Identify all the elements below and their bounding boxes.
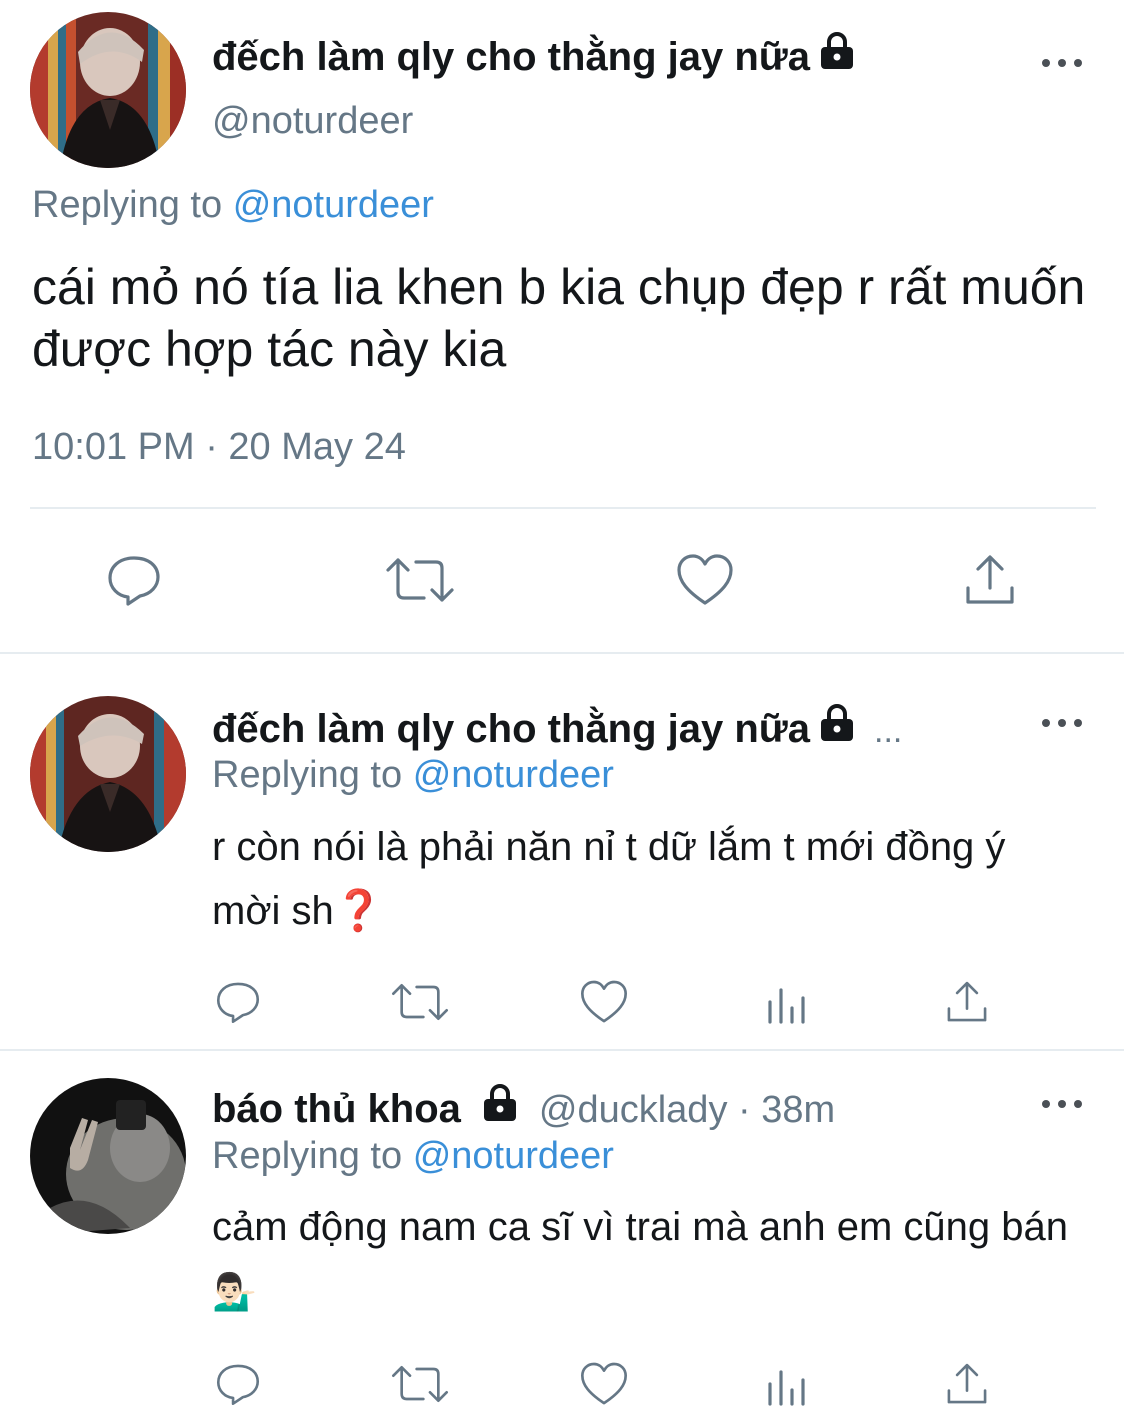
- share-icon: [966, 555, 1014, 604]
- reply-text-body: r còn nói là phải năn nỉ t dữ lắm t mới …: [212, 825, 1006, 933]
- avatar-reply-2[interactable]: [30, 1078, 186, 1234]
- more-icon: [1042, 59, 1050, 67]
- reply-text: cảm động nam ca sĩ vì trai mà anh em cũn…: [212, 1195, 1092, 1324]
- name-truncation: ...: [874, 712, 903, 750]
- retweet-button[interactable]: [388, 1358, 452, 1410]
- display-name[interactable]: đếch làm qly cho thằng jay nữa...: [212, 702, 902, 755]
- replying-to-link[interactable]: @noturdeer: [233, 184, 434, 226]
- reply-button[interactable]: [100, 548, 168, 612]
- person-tipping-hand-emoji: 💁🏻‍♂️: [212, 1271, 257, 1312]
- share-button[interactable]: [958, 548, 1022, 612]
- analytics-icon: [768, 1370, 805, 1406]
- replying-to-link[interactable]: @noturdeer: [413, 1135, 614, 1177]
- lock-icon: [483, 1084, 516, 1121]
- like-button[interactable]: [576, 1358, 632, 1410]
- like-icon: [581, 1362, 627, 1405]
- timestamp[interactable]: 10:01 PM · 20 May 24: [32, 424, 406, 470]
- avatar-main[interactable]: [30, 12, 186, 168]
- retweet-icon: [392, 1366, 448, 1402]
- reply-icon: [216, 982, 260, 1024]
- replying-to: Replying to @noturdeer: [212, 1133, 614, 1179]
- more-options-button[interactable]: [1042, 1096, 1082, 1112]
- tweet-text: cái mỏ nó tía lia khen b kia chụp đẹp r …: [32, 259, 1086, 377]
- replying-to: Replying to @noturdeer: [32, 182, 434, 228]
- reply-text: r còn nói là phải năn nỉ t dữ lắm t mới …: [212, 815, 1082, 943]
- share-button[interactable]: [940, 1358, 994, 1410]
- analytics-button[interactable]: [762, 976, 810, 1028]
- handle-and-time[interactable]: @ducklady · 38m: [539, 1089, 835, 1131]
- share-button[interactable]: [940, 976, 994, 1028]
- display-name-text[interactable]: báo thủ khoa: [212, 1087, 461, 1131]
- more-icon: [1042, 1100, 1050, 1108]
- divider: [0, 652, 1124, 654]
- display-name[interactable]: đếch làm qly cho thằng jay nữa: [212, 30, 856, 81]
- divider: [0, 1049, 1124, 1051]
- like-icon: [677, 554, 733, 605]
- more-options-button[interactable]: [1042, 715, 1082, 731]
- lock-icon: [821, 704, 853, 741]
- like-button[interactable]: [672, 548, 738, 612]
- analytics-icon: [768, 988, 805, 1024]
- more-options-button[interactable]: [1042, 55, 1082, 71]
- retweet-button[interactable]: [388, 976, 452, 1028]
- lock-icon: [821, 32, 853, 69]
- replying-to: Replying to @noturdeer: [212, 752, 614, 798]
- display-name-text[interactable]: đếch làm qly cho thằng jay nữa: [212, 35, 810, 79]
- display-name-row: báo thủ khoa @ducklady · 38m: [212, 1082, 835, 1134]
- retweet-button[interactable]: [382, 548, 458, 612]
- retweet-icon: [392, 984, 448, 1021]
- reply-button[interactable]: [210, 976, 266, 1028]
- retweet-icon: [386, 558, 454, 602]
- replying-prefix: Replying to: [212, 754, 403, 796]
- replying-to-link[interactable]: @noturdeer: [413, 754, 614, 796]
- analytics-button[interactable]: [762, 1358, 810, 1410]
- share-icon: [947, 1363, 987, 1404]
- replying-prefix: Replying to: [212, 1135, 403, 1177]
- replying-prefix: Replying to: [32, 184, 223, 226]
- question-emoji: ❓: [333, 889, 384, 933]
- more-icon: [1042, 719, 1050, 727]
- reply-icon: [216, 1364, 260, 1406]
- display-name-text[interactable]: đếch làm qly cho thằng jay nữa: [212, 707, 810, 751]
- handle[interactable]: @noturdeer: [212, 98, 413, 144]
- reply-text-body: cảm động nam ca sĩ vì trai mà anh em cũn…: [212, 1205, 1068, 1249]
- share-icon: [947, 981, 987, 1022]
- reply-icon: [108, 556, 160, 606]
- like-button[interactable]: [576, 976, 632, 1028]
- avatar-reply-1[interactable]: [30, 696, 186, 852]
- reply-button[interactable]: [210, 1358, 266, 1410]
- like-icon: [581, 980, 627, 1023]
- divider: [30, 507, 1096, 509]
